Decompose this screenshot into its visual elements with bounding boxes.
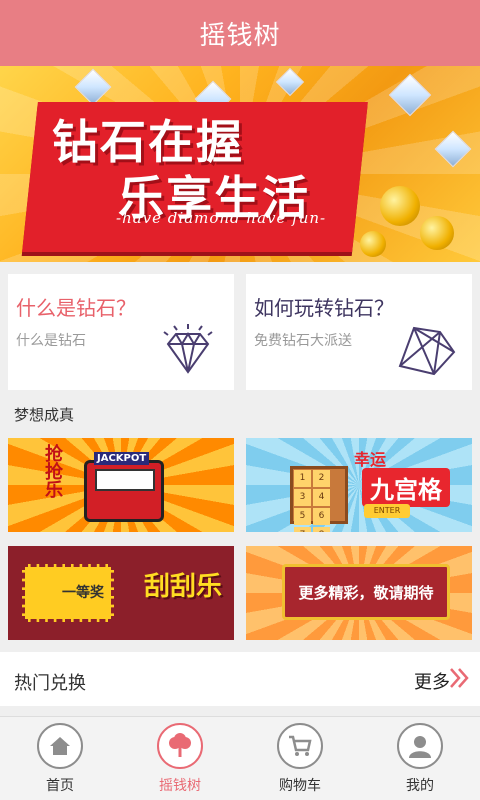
card-how-to-play[interactable]: 如何玩转钻石？ 免费钻石大派送	[246, 274, 472, 390]
slot-chars: 抢抢乐	[42, 444, 63, 498]
card-title: 如何玩转钻石？	[254, 296, 394, 320]
grid-cell: 2	[313, 470, 330, 487]
lucky-title-main: 九宫格	[362, 468, 450, 507]
slot-screen	[95, 469, 155, 491]
grid-cell: 7	[294, 527, 311, 532]
nine-grid-graphic: 1 2 3 4 5 6 7 8 9	[290, 466, 348, 532]
grid-cell: 3	[294, 489, 311, 506]
promo-lucky-grid[interactable]: 1 2 3 4 5 6 7 8 9 幸运 九宫格 ENTER	[246, 438, 472, 532]
hot-exchange-title: 热门兑换	[14, 673, 86, 694]
diamond-outline-icon	[398, 326, 456, 376]
diamond-icon	[163, 324, 213, 374]
gold-coin	[360, 231, 386, 257]
tab-label: 购物车	[279, 778, 321, 794]
gold-coin	[380, 186, 420, 226]
tree-icon	[157, 723, 203, 769]
bottom-tab-bar: 首页 摇钱树 购物车 我的	[0, 716, 480, 800]
card-desc: 免费钻石大派送	[254, 333, 352, 349]
tab-label: 摇钱树	[159, 778, 201, 794]
tab-money-tree[interactable]: 摇钱树	[120, 717, 240, 800]
home-icon	[37, 723, 83, 769]
app-header: 摇钱树	[0, 0, 480, 66]
tab-home[interactable]: 首页	[0, 717, 120, 800]
scratch-title: 刮刮乐	[144, 572, 223, 602]
card-what-is-diamond[interactable]: 什么是钻石？ 什么是钻石	[8, 274, 234, 390]
grid-cell: 8	[313, 527, 330, 532]
grid-cell: 4	[313, 489, 330, 506]
lucky-title-top: 幸运	[354, 450, 387, 469]
tab-label: 首页	[46, 778, 74, 794]
more-link[interactable]: 更多	[414, 668, 450, 694]
section-title-dreams: 梦想成真	[14, 406, 75, 424]
grid-cell: 6	[313, 508, 330, 525]
jackpot-label: JACKPOT	[94, 452, 150, 465]
promo-slot-machine[interactable]: 抢抢乐 JACKPOT	[8, 438, 234, 532]
double-chevron-right-icon[interactable]	[448, 666, 472, 690]
coming-soon-frame: 更多精彩，敬请期待	[282, 564, 450, 620]
tab-profile[interactable]: 我的	[360, 717, 480, 800]
tab-cart[interactable]: 购物车	[240, 717, 360, 800]
slot-machine-graphic	[84, 460, 164, 522]
tab-label: 我的	[406, 778, 434, 794]
info-cards: 什么是钻石？ 什么是钻石 如何玩转钻石？ 免费钻石大派送	[0, 262, 480, 392]
card-desc: 什么是钻石	[16, 333, 86, 349]
user-icon	[397, 723, 443, 769]
banner-subtitle: -have diamond have fun-	[116, 209, 327, 227]
promo-coming-soon[interactable]: 更多精彩，敬请期待	[246, 546, 472, 640]
enter-button: ENTER	[364, 504, 410, 518]
cart-icon	[277, 723, 323, 769]
promo-scratch-card[interactable]: 一等奖 刮刮乐	[8, 546, 234, 640]
promo-banner[interactable]: 钻石在握 乐享生活 -have diamond have fun-	[0, 66, 480, 262]
grid-cell: 5	[294, 508, 311, 525]
gold-coin	[420, 216, 454, 250]
page-title: 摇钱树	[199, 20, 281, 51]
card-title: 什么是钻石？	[16, 296, 136, 320]
ticket-prize-label: 一等奖	[62, 585, 104, 601]
grid-cell: 1	[294, 470, 311, 487]
hot-exchange-bar: 热门兑换 更多	[0, 652, 480, 706]
coming-soon-text: 更多精彩，敬请期待	[298, 583, 434, 602]
